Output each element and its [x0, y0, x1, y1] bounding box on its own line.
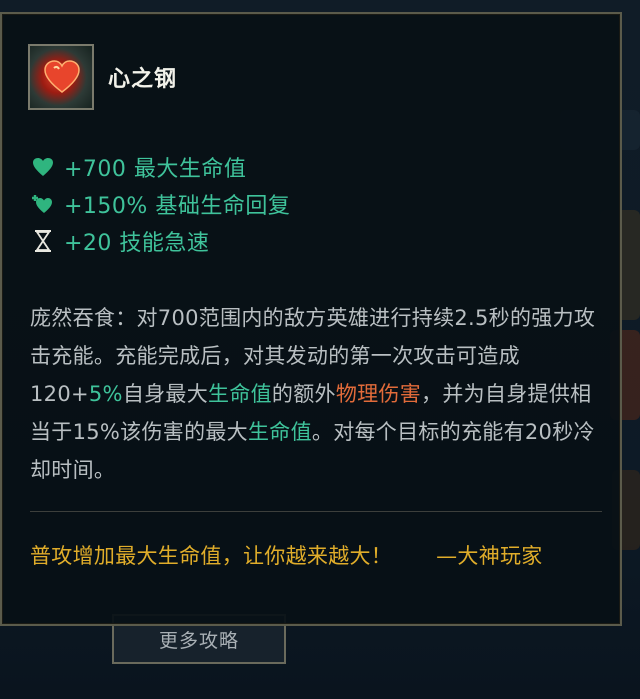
heart-icon [30, 154, 56, 180]
hourglass-icon [30, 228, 56, 254]
health-regen-icon [30, 191, 56, 217]
stat-text: +700 最大生命值 [64, 156, 247, 182]
tip-author: —大神玩家 [436, 544, 543, 568]
stat-text: +20 技能急速 [64, 230, 210, 256]
desc-highlight-ratio: 5% [88, 382, 123, 406]
stat-row: +20 技能急速 [30, 222, 290, 259]
item-header: 心之钢 [28, 44, 177, 110]
section-divider [30, 511, 602, 512]
desc-highlight-health: 生命值 [208, 382, 272, 406]
desc-text: 的额外 [271, 382, 336, 406]
stat-row: +700 最大生命值 [30, 148, 290, 185]
item-tooltip: 心之钢 +700 最大生命值 +150% 基础生命回复 +20 技能急速 庞然吞… [0, 12, 622, 626]
item-stats: +700 最大生命值 +150% 基础生命回复 +20 技能急速 [30, 148, 290, 259]
player-tip: 普攻增加最大生命值，让你越来越大！ —大神玩家 [30, 538, 600, 575]
heartsteel-item-icon [28, 44, 94, 110]
desc-text: 自身最大 [122, 382, 209, 406]
stat-text: +150% 基础生命回复 [64, 193, 291, 219]
tip-text: 普攻增加最大生命值，让你越来越大！ [30, 544, 393, 568]
heart-gem-icon [44, 60, 80, 93]
desc-highlight-health: 生命值 [247, 420, 312, 444]
stat-row: +150% 基础生命回复 [30, 185, 290, 222]
item-title: 心之钢 [108, 67, 178, 92]
desc-highlight-physical-damage: 物理伤害 [335, 382, 422, 406]
game-screen: 更多攻略 心之钢 +700 最大生命值 +150% 基础生命回复 +20 技能急… [0, 0, 640, 699]
passive-description: 庞然吞食：对700范围内的敌方英雄进行持续2.5秒的强力攻击充能。充能完成后，对… [30, 299, 600, 489]
